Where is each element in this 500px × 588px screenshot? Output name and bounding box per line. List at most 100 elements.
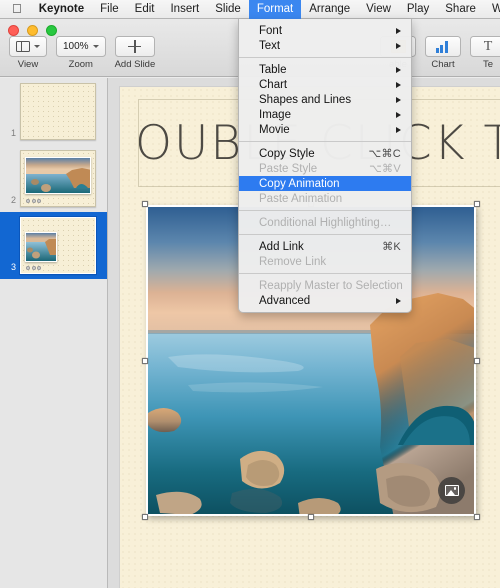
menu-separator [239, 234, 411, 235]
menu-item-label: Reapply Master to Selection [259, 279, 403, 292]
menu-share[interactable]: Share [437, 0, 484, 19]
zoom-button[interactable]: 100% Zoom [56, 36, 106, 70]
submenu-arrow-icon [396, 42, 401, 49]
menu-item-label: Text [259, 39, 281, 52]
close-button[interactable] [8, 25, 19, 36]
submenu-arrow-icon [396, 111, 401, 118]
menu-item-label: Movie [259, 123, 290, 136]
menu-slide[interactable]: Slide [207, 0, 249, 19]
toolbar-left-group: View 100% Zoom Add Slide [9, 36, 155, 70]
chevron-down-icon [34, 45, 40, 48]
menu-item-paste-animation: Paste Animation [239, 191, 411, 206]
menu-item-label: Table [259, 63, 287, 76]
menu-item-conditional-highlighting: Conditional Highlighting… [239, 215, 411, 230]
menu-item-image[interactable]: Image [239, 107, 411, 122]
menu-group-advanced: Reapply Master to Selection Advanced [239, 278, 411, 308]
menu-item-text[interactable]: Text [239, 38, 411, 53]
menu-item-label: Remove Link [259, 255, 327, 268]
menu-item-font[interactable]: Font [239, 23, 411, 38]
menu-item-label: Font [259, 24, 283, 37]
menu-arrange[interactable]: Arrange [301, 0, 358, 19]
submenu-arrow-icon [396, 66, 401, 73]
plus-icon [128, 40, 142, 53]
text-button[interactable]: T Te [470, 36, 500, 70]
slide-thumbnail-2[interactable]: 2 [0, 145, 107, 212]
menu-item-shortcut: ⌘K [382, 241, 401, 253]
thumb-texture [21, 84, 95, 139]
menu-keynote[interactable]: Keynote [31, 0, 92, 19]
slide-number: 3 [10, 262, 16, 272]
menu-item-advanced[interactable]: Advanced [239, 293, 411, 308]
menu-item-label: Chart [259, 78, 288, 91]
menu-play[interactable]: Play [399, 0, 437, 19]
zoom-value: 100% [63, 41, 89, 52]
keynote-window:  Keynote File Edit Insert Slide Format … [0, 0, 500, 588]
slide-number: 1 [10, 128, 16, 138]
menu-file[interactable]: File [92, 0, 127, 19]
thumb-build-dots [26, 199, 41, 203]
format-dropdown-menu[interactable]: Font Text Table Chart Shapes and Lines I… [238, 19, 412, 313]
menu-item-label: Copy Style [259, 147, 315, 160]
menu-insert[interactable]: Insert [162, 0, 207, 19]
menu-group-conditional: Conditional Highlighting… [239, 215, 411, 230]
menu-separator [239, 141, 411, 142]
slide-thumb-canvas [19, 216, 97, 275]
menu-item-label: Shapes and Lines [259, 93, 352, 106]
submenu-arrow-icon [396, 96, 401, 103]
view-button-label: View [17, 59, 39, 70]
menu-item-label: Conditional Highlighting… [259, 216, 392, 229]
slide-thumbnail-1[interactable]: 1 [0, 78, 107, 145]
minimize-button[interactable] [27, 25, 38, 36]
menu-item-label: Paste Style [259, 162, 318, 175]
zoom-button-label: Zoom [68, 59, 93, 70]
apple-icon[interactable]:  [0, 2, 31, 15]
menu-item-table[interactable]: Table [239, 62, 411, 77]
menu-item-copy-style[interactable]: Copy Style ⌥⌘C [239, 146, 411, 161]
menu-separator [239, 210, 411, 211]
view-layout-icon [16, 41, 30, 52]
menu-item-shapes-and-lines[interactable]: Shapes and Lines [239, 92, 411, 107]
submenu-arrow-icon [396, 81, 401, 88]
slide-navigator[interactable]: 1 2 3 [0, 78, 108, 588]
image-mask-button[interactable] [438, 477, 465, 504]
menu-item-add-link[interactable]: Add Link ⌘K [239, 239, 411, 254]
menu-item-paste-style: Paste Style ⌥⌘V [239, 161, 411, 176]
chart-icon [435, 40, 451, 53]
menu-item-shortcut: ⌥⌘C [368, 148, 401, 160]
menu-item-copy-animation[interactable]: Copy Animation [239, 176, 411, 191]
menu-group-font: Font Text [239, 23, 411, 53]
menu-item-remove-link: Remove Link [239, 254, 411, 269]
zoom-window-button[interactable] [46, 25, 57, 36]
menu-view[interactable]: View [358, 0, 399, 19]
slide-thumb-canvas [20, 83, 96, 140]
menu-separator [239, 57, 411, 58]
chevron-down-icon [92, 45, 99, 48]
menu-group-style: Copy Style ⌥⌘C Paste Style ⌥⌘V Copy Anim… [239, 146, 411, 206]
thumb-photo [25, 232, 57, 262]
slide-thumbnail-3[interactable]: 3 [0, 212, 107, 279]
text-button-label: Te [482, 59, 494, 70]
menu-window[interactable]: Window [484, 0, 500, 19]
menu-edit[interactable]: Edit [127, 0, 163, 19]
slide-number: 2 [10, 195, 16, 205]
text-icon: T [483, 39, 493, 54]
submenu-arrow-icon [396, 297, 401, 304]
add-slide-label: Add Slide [114, 59, 156, 70]
window-controls [8, 25, 57, 36]
menu-item-label: Add Link [259, 240, 304, 253]
submenu-arrow-icon [396, 126, 401, 133]
slide-thumb-canvas [20, 150, 96, 207]
menu-item-chart[interactable]: Chart [239, 77, 411, 92]
menu-format[interactable]: Format [248, 0, 302, 19]
thumb-build-dots [26, 266, 41, 270]
menu-group-objects: Table Chart Shapes and Lines Image Movie [239, 62, 411, 137]
menu-item-reapply-master-to-selection: Reapply Master to Selection [239, 278, 411, 293]
menu-item-shortcut: ⌥⌘V [369, 163, 401, 175]
menu-item-movie[interactable]: Movie [239, 122, 411, 137]
menu-item-label: Copy Animation [259, 177, 340, 190]
add-slide-button[interactable]: Add Slide [114, 36, 156, 70]
thumb-photo-art [26, 233, 56, 261]
chart-button[interactable]: Chart [425, 36, 461, 70]
view-button[interactable]: View [9, 36, 47, 70]
submenu-arrow-icon [396, 27, 401, 34]
